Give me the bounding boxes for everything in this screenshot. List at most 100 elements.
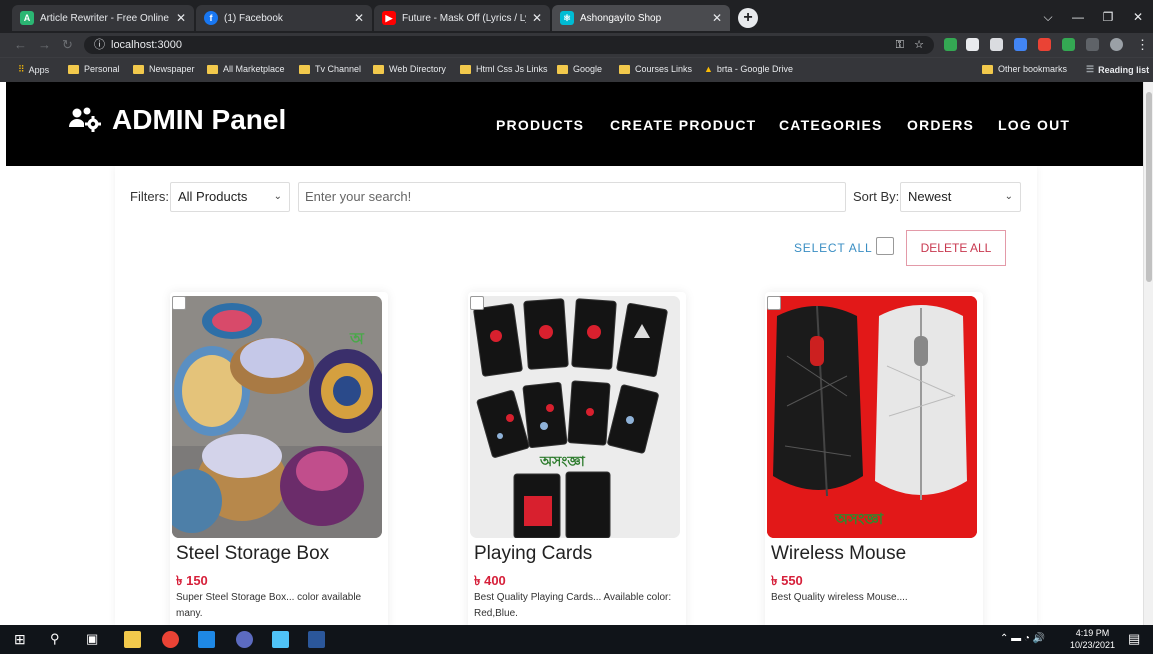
back-icon[interactable]: ←: [14, 37, 27, 52]
folder-icon: [557, 64, 568, 74]
folder-icon: [460, 64, 471, 74]
close-tab-icon[interactable]: ✕: [532, 11, 542, 25]
search-icon[interactable]: ⚲: [50, 631, 60, 647]
brand[interactable]: ADMIN Panel: [68, 104, 286, 136]
extension-icon[interactable]: [1062, 38, 1075, 51]
tab-search-icon[interactable]: ⌵: [1034, 6, 1062, 28]
puzzle-icon[interactable]: [1086, 38, 1099, 51]
app-icon[interactable]: [236, 631, 253, 648]
bookmark-apps[interactable]: ⠿ Apps: [18, 64, 49, 75]
product-image[interactable]: অ: [172, 296, 382, 538]
product-name[interactable]: Playing Cards: [474, 543, 592, 565]
product-card[interactable]: অসংজ্ঞা Wireless Mouse ৳ 550 Best Qualit…: [765, 292, 983, 625]
product-image[interactable]: অসংজ্ঞা: [767, 296, 977, 538]
browser-tab[interactable]: ▶ Future - Mask Off (Lyrics / Lyric V ✕: [374, 5, 550, 31]
key-icon[interactable]: ⚿: [896, 36, 904, 54]
notifications-icon[interactable]: ▤: [1128, 631, 1140, 647]
forward-icon[interactable]: →: [38, 37, 51, 52]
users-cog-icon: [68, 107, 102, 133]
select-all-checkbox[interactable]: [876, 237, 894, 255]
page-scrollbar[interactable]: [1143, 82, 1153, 625]
product-select-checkbox[interactable]: [767, 296, 781, 310]
nav-create-product[interactable]: CREATE PRODUCT: [610, 117, 756, 133]
product-select-checkbox[interactable]: [470, 296, 484, 310]
task-view-icon[interactable]: ▣: [86, 631, 98, 647]
bookmark-drive[interactable]: ▲ brta - Google Drive: [704, 64, 793, 74]
product-select-checkbox[interactable]: [172, 296, 186, 310]
delete-all-button[interactable]: DELETE ALL: [906, 230, 1006, 266]
bookmark-folder[interactable]: Tv Channel: [299, 64, 361, 74]
file-explorer-icon[interactable]: [124, 631, 141, 648]
nav-log-out[interactable]: LOG OUT: [998, 117, 1070, 133]
profile-avatar-icon[interactable]: [1110, 38, 1123, 51]
close-tab-icon[interactable]: ✕: [354, 11, 364, 25]
bookmark-label: Apps: [28, 64, 50, 75]
other-bookmarks[interactable]: Other bookmarks: [982, 64, 1067, 74]
close-tab-icon[interactable]: ✕: [176, 11, 186, 25]
filter-select[interactable]: All Products ⌄: [170, 182, 290, 212]
clock[interactable]: 4:19 PM 10/23/2021: [1070, 627, 1115, 651]
bookmark-folder[interactable]: Personal: [68, 64, 120, 74]
bookmark-label: Personal: [84, 64, 120, 74]
browser-tab-active[interactable]: ⚛ Ashongayito Shop ✕: [552, 5, 730, 31]
svg-text:অসংজ্ঞা: অসংজ্ঞা: [834, 510, 884, 528]
bookmark-label: Tv Channel: [315, 64, 362, 74]
filters-label: Filters:: [130, 189, 169, 204]
folder-icon: [299, 64, 310, 74]
sort-select[interactable]: Newest ⌄: [900, 182, 1021, 212]
kebab-menu-icon[interactable]: ⋮: [1136, 37, 1149, 53]
search-input[interactable]: Enter your search!: [298, 182, 846, 212]
vscode-icon[interactable]: [198, 631, 215, 648]
chevron-down-icon: ⌄: [273, 191, 282, 202]
google-drive-icon: ▲: [704, 64, 713, 74]
apps-grid-icon: ⠿: [18, 64, 25, 74]
folder-icon: [133, 64, 144, 74]
bookmark-folder[interactable]: Courses Links: [619, 64, 692, 74]
nav-orders[interactable]: ORDERS: [907, 117, 974, 133]
nav-categories[interactable]: CATEGORIES: [779, 117, 883, 133]
bookmark-label: Reading list: [1098, 64, 1150, 75]
reading-list[interactable]: ☰ Reading list: [1086, 64, 1149, 75]
extension-icon[interactable]: [966, 38, 979, 51]
select-all-label[interactable]: SELECT ALL: [794, 241, 873, 255]
grammarly-extension-icon[interactable]: [944, 38, 957, 51]
bookmark-star-icon[interactable]: ☆: [914, 36, 924, 54]
word-icon[interactable]: [308, 631, 325, 648]
extension-icon[interactable]: [990, 38, 1003, 51]
scrollbar-thumb[interactable]: [1146, 92, 1152, 282]
browser-tab[interactable]: A Article Rewriter - Free Online Art ✕: [12, 5, 194, 31]
browser-tab[interactable]: f (1) Facebook ✕: [196, 5, 372, 31]
bookmark-folder[interactable]: Google: [557, 64, 602, 74]
bookmark-folder[interactable]: Web Directory: [373, 64, 446, 74]
minimize-button[interactable]: —: [1064, 6, 1092, 28]
product-card[interactable]: অসংজ্ঞা Playing Cards ৳ 400 Best Quality…: [468, 292, 686, 625]
windows-start-icon[interactable]: ⊞: [14, 631, 26, 648]
product-card[interactable]: অ Steel Storage Box ৳ 150 Super Steel St…: [170, 292, 388, 625]
chrome-icon[interactable]: [162, 631, 179, 648]
app-icon[interactable]: [272, 631, 289, 648]
reload-icon[interactable]: ↻: [62, 37, 73, 53]
bookmark-label: brta - Google Drive: [716, 64, 793, 74]
nav-products[interactable]: PRODUCTS: [496, 117, 584, 133]
extension-icon[interactable]: [1014, 38, 1027, 51]
url-field[interactable]: ⓘ localhost:3000 ⚿ ☆: [84, 36, 934, 54]
extension-icon[interactable]: [1038, 38, 1051, 51]
address-bar-row: ← → ↻ ⓘ localhost:3000 ⚿ ☆ ⋮: [0, 33, 1153, 57]
close-tab-icon[interactable]: ✕: [712, 11, 722, 25]
bookmark-label: Courses Links: [635, 64, 693, 74]
product-name[interactable]: Steel Storage Box: [176, 543, 329, 565]
bookmark-folder[interactable]: Html Css Js Links: [460, 64, 548, 74]
product-name[interactable]: Wireless Mouse: [771, 543, 906, 565]
tab-title: (1) Facebook: [224, 12, 283, 24]
product-image[interactable]: অসংজ্ঞা: [470, 296, 680, 538]
chevron-down-icon: ⌄: [1004, 191, 1013, 202]
system-tray-icons[interactable]: ⌃ ▬ ◔ 🔊: [1000, 633, 1045, 644]
facebook-favicon-icon: f: [204, 11, 218, 25]
bookmark-label: Google: [573, 64, 603, 74]
bookmark-folder[interactable]: Newspaper: [133, 64, 195, 74]
close-window-button[interactable]: ✕: [1124, 6, 1152, 28]
new-tab-button[interactable]: +: [738, 8, 758, 28]
maximize-button[interactable]: ❐: [1094, 6, 1122, 28]
bookmark-folder[interactable]: All Marketplace: [207, 64, 285, 74]
sort-value: Newest: [908, 189, 952, 204]
